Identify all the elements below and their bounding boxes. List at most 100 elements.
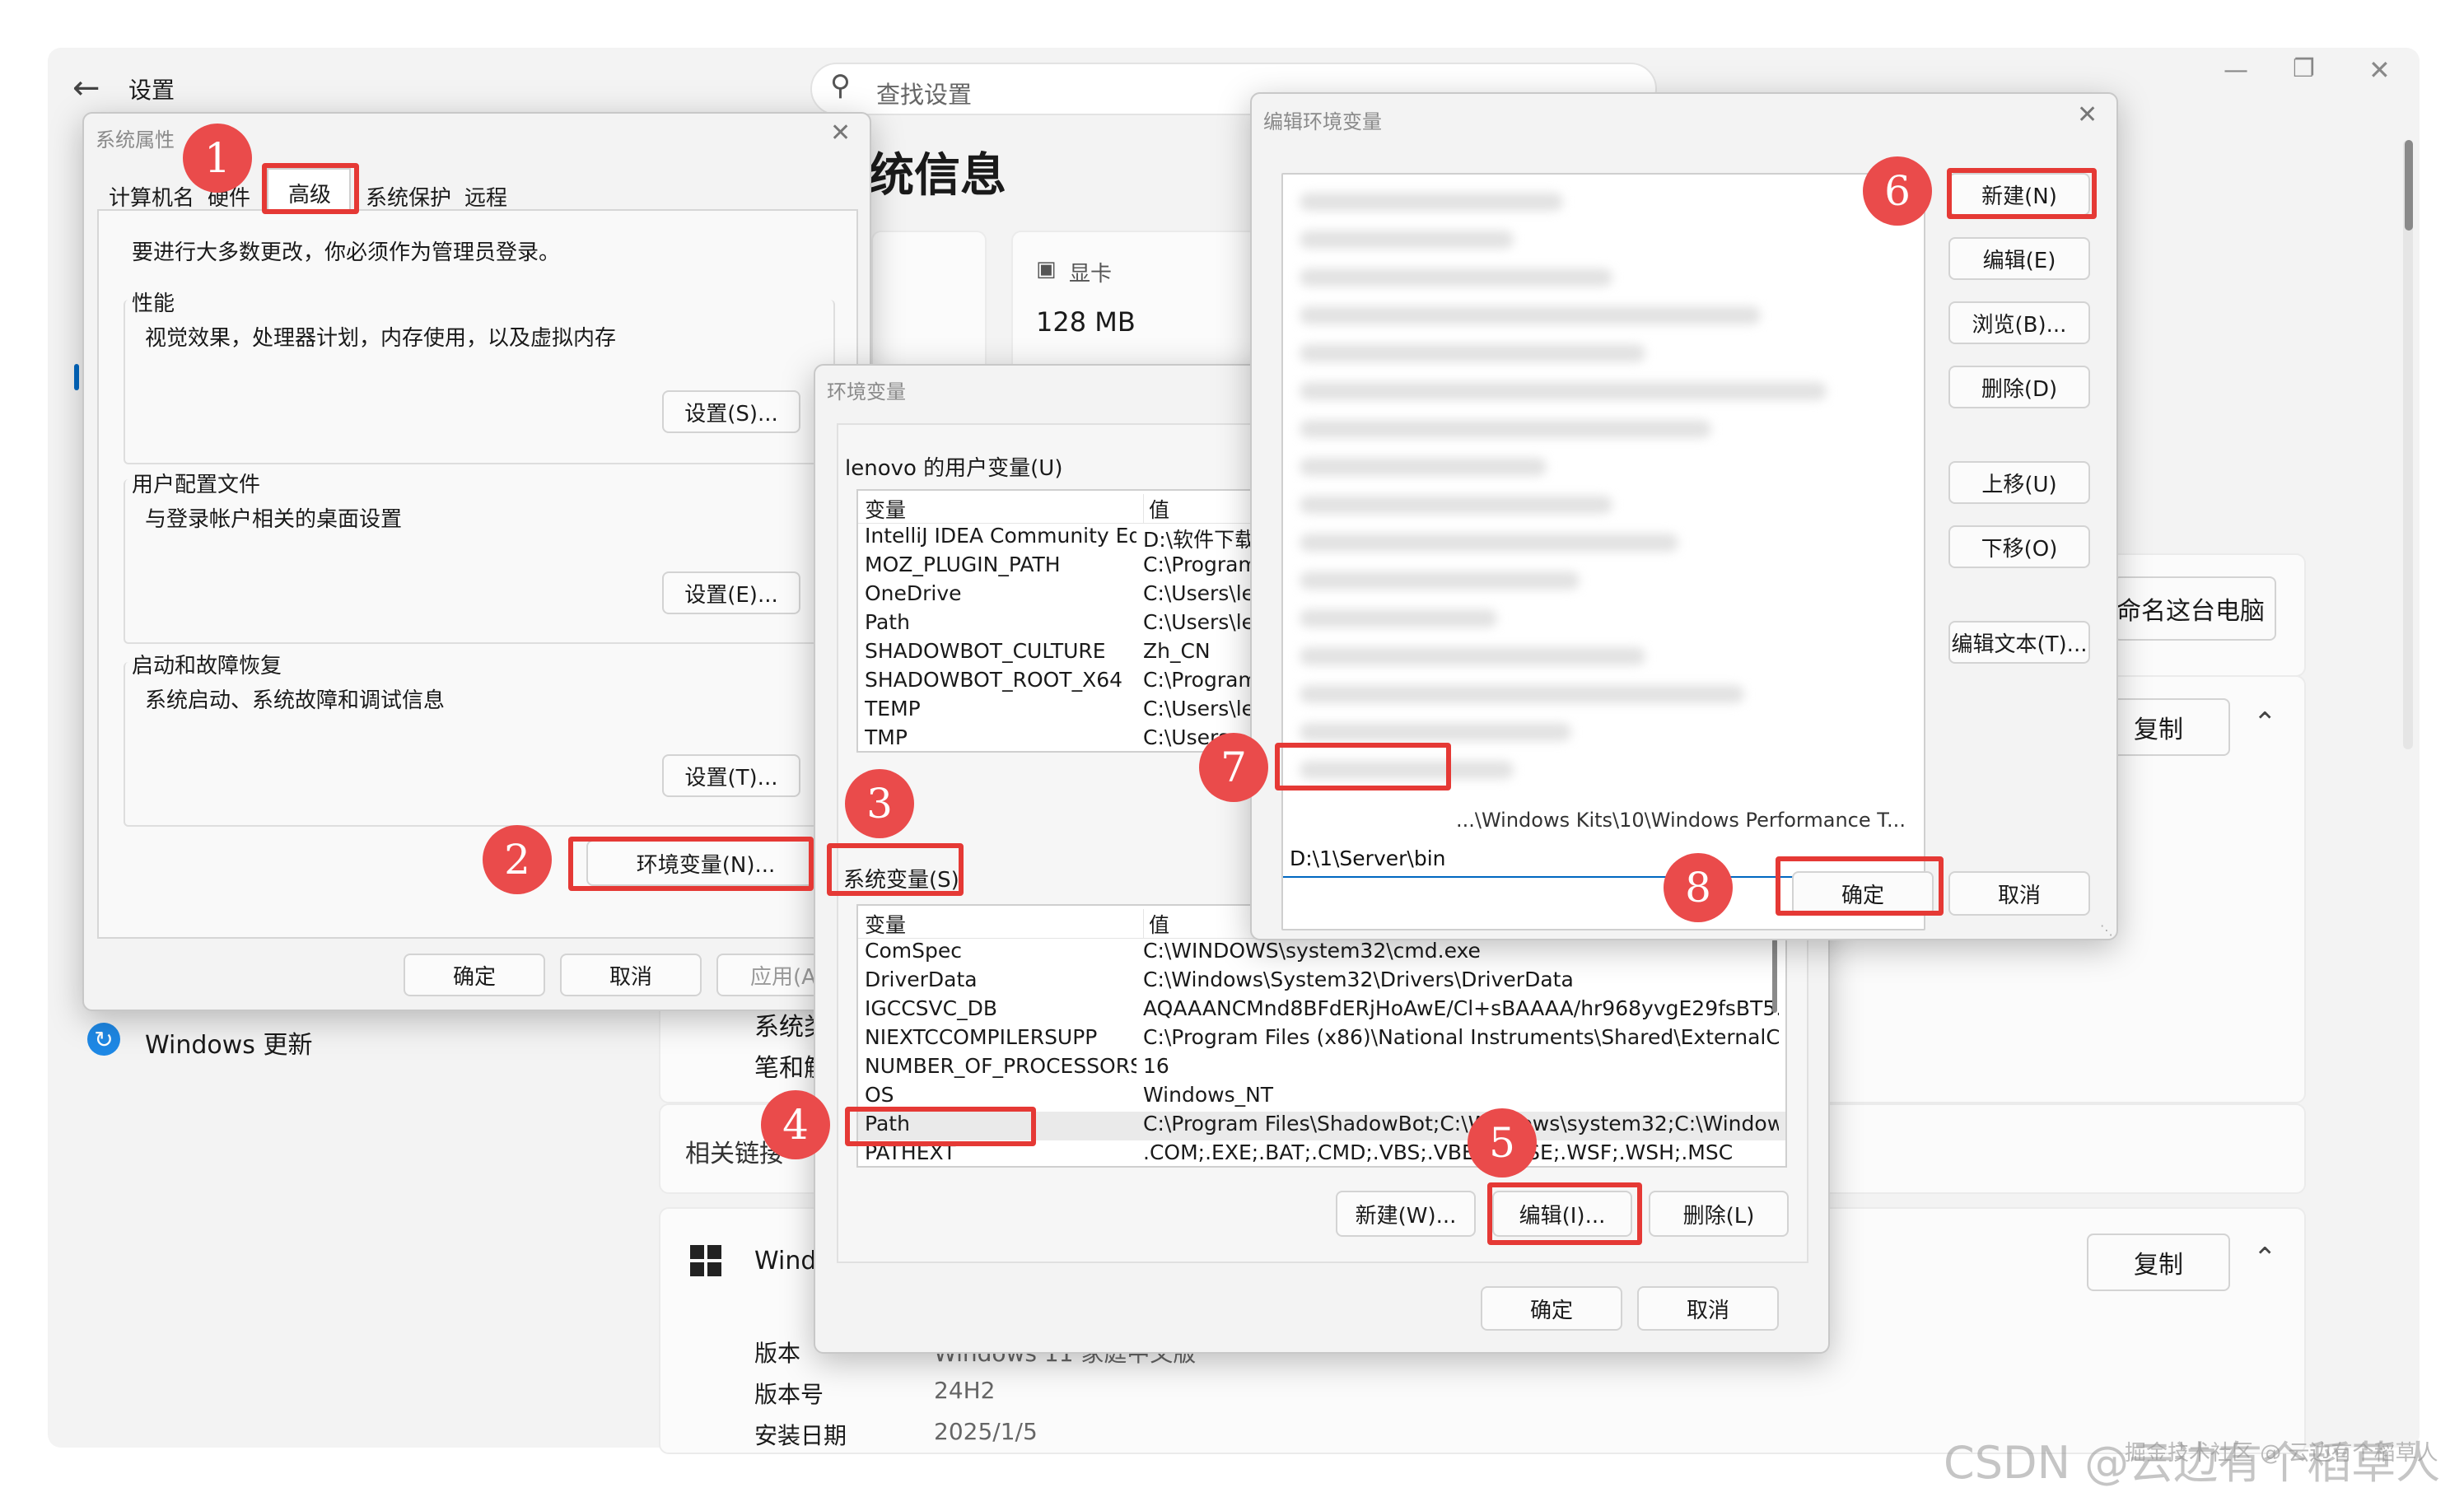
editenv-movedown-button[interactable]: 下移(O)	[1948, 525, 2090, 568]
sys-new-button[interactable]: 新建(W)...	[1336, 1191, 1476, 1237]
gpu-value: 128 MB	[1036, 306, 1136, 338]
editenv-cancel-button[interactable]: 取消	[1948, 871, 2090, 916]
tab-remote[interactable]: 远程	[464, 181, 507, 212]
sys-var-row[interactable]: NUMBER_OF_PROCESSORS 16	[858, 1054, 1785, 1083]
sys-var-name: OS	[865, 1083, 894, 1107]
envvars-ok-button[interactable]: 确定	[1481, 1286, 1622, 1331]
user-var-name: Path	[865, 610, 910, 634]
editenv-edit-text-button[interactable]: 编辑文本(T)...	[1948, 621, 2090, 664]
editenv-edit-text-label: 编辑文本(T)...	[1951, 632, 2088, 657]
editenv-close-icon[interactable]: ✕	[2077, 100, 2098, 129]
path-entries-list[interactable]: ...\Windows Kits\10\Windows Performance …	[1281, 173, 1925, 930]
sys-var-row[interactable]: IGCCSVC_DB AQAAANCMnd8BFdERjHoAwE/Cl+sBAA…	[858, 996, 1785, 1025]
blurred-entry	[1300, 344, 1645, 362]
step-circle-7: 7	[1199, 733, 1268, 802]
editenv-delete-label: 删除(D)	[1981, 376, 2058, 402]
chevron-up-icon[interactable]: ⌃	[2253, 707, 2277, 739]
resize-grip-icon[interactable]: ⋱	[2100, 922, 2113, 938]
profile-desc: 与登录帐户相关的桌面设置	[145, 507, 403, 532]
step-circle-4: 4	[761, 1090, 830, 1159]
blurred-entry	[1300, 420, 1711, 438]
user-col-var[interactable]: 变量	[865, 494, 1136, 524]
copy-button-2[interactable]: 复制	[2087, 1234, 2230, 1291]
envvars-title: 环境变量	[827, 380, 906, 403]
sys-var-value: C:\Windows\System32\Drivers\DriverData	[1143, 968, 1574, 991]
edit-environment-variable-dialog: 编辑环境变量 ✕ ...\Windows Kits\10\Windows Per…	[1250, 92, 2118, 940]
startup-settings-label: 设置(T)...	[684, 765, 778, 790]
sys-vars-scrollbar[interactable]	[1772, 939, 1777, 1013]
chevron-up-icon-2[interactable]: ⌃	[2253, 1242, 2277, 1275]
sys-var-value: 16	[1143, 1054, 1169, 1078]
minimize-icon[interactable]: —	[2224, 56, 2248, 85]
gpu-label: 显卡	[1069, 262, 1113, 287]
sysprops-cancel-button[interactable]: 取消	[560, 954, 702, 996]
perf-settings-label: 设置(S)...	[684, 401, 778, 427]
highlight-new-button	[1947, 168, 2097, 219]
path-entry-partial[interactable]: ...\Windows Kits\10\Windows Performance …	[1456, 809, 1906, 832]
sys-delete-button[interactable]: 删除(L)	[1649, 1191, 1789, 1237]
envvars-cancel-label: 取消	[1686, 1298, 1729, 1323]
sys-var-value: .COM;.EXE;.BAT;.CMD;.VBS;.VBE;.JS;.JSE;.…	[1143, 1140, 1734, 1164]
scrollbar-track[interactable]	[2403, 140, 2413, 749]
nav-indicator	[74, 364, 79, 390]
maximize-icon[interactable]: ❐	[2293, 54, 2315, 83]
spec-key-version: 版本号	[754, 1381, 824, 1408]
envvars-cancel-button[interactable]: 取消	[1637, 1286, 1779, 1331]
search-input[interactable]: 查找设置	[876, 76, 972, 110]
sysprops-title: 系统属性	[96, 128, 175, 152]
editenv-cancel-label: 取消	[1997, 883, 2041, 908]
sys-var-row[interactable]: NIEXTCCOMPILERSUPP C:\Program Files (x86)…	[858, 1025, 1785, 1054]
sysprops-close-icon[interactable]: ✕	[830, 119, 851, 147]
editenv-edit-button[interactable]: 编辑(E)	[1948, 237, 2090, 280]
perf-settings-button[interactable]: 设置(S)...	[662, 390, 800, 433]
editenv-edit-label: 编辑(E)	[1982, 248, 2056, 273]
sysprops-ok-label: 确定	[452, 964, 496, 990]
sys-var-value: C:\Program Files (x86)\National Instrume…	[1143, 1025, 1779, 1049]
sysprops-cancel-label: 取消	[609, 964, 652, 990]
windows-logo-icon	[690, 1245, 721, 1276]
editenv-movedown-label: 下移(O)	[1981, 536, 2058, 562]
sysprops-ok-button[interactable]: 确定	[404, 954, 545, 996]
tab-system-protection[interactable]: 系统保护	[366, 181, 451, 212]
copy-label-1: 复制	[2134, 716, 2183, 744]
highlight-sys-vars-label	[827, 843, 964, 896]
highlight-ok-button	[1776, 856, 1944, 916]
rename-pc-button[interactable]: 命名这台电脑	[2113, 576, 2276, 641]
step-circle-1: 1	[183, 124, 252, 193]
blurred-entry	[1300, 268, 1612, 287]
close-window-icon[interactable]: ✕	[2368, 54, 2391, 86]
editenv-delete-button[interactable]: 删除(D)	[1948, 366, 2090, 408]
sys-var-row[interactable]: ComSpec C:\WINDOWS\system32\cmd.exe	[858, 939, 1785, 968]
profile-settings-button[interactable]: 设置(E)...	[662, 571, 800, 614]
blurred-entry	[1300, 193, 1563, 211]
windows-update-icon: ↻	[87, 1023, 120, 1056]
tab-panel: 要进行大多数更改，你必须作为管理员登录。 性能 视觉效果，处理器计划，内存使用，…	[97, 209, 858, 939]
blurred-entry	[1300, 609, 1497, 627]
spec-key-install: 安装日期	[754, 1422, 847, 1449]
scrollbar-thumb[interactable]	[2405, 140, 2413, 231]
step-circle-5: 5	[1468, 1108, 1537, 1178]
sys-var-row[interactable]: DriverData C:\Windows\System32\Drivers\Dr…	[858, 968, 1785, 996]
user-var-name: MOZ_PLUGIN_PATH	[865, 553, 1061, 576]
tab-computer-name[interactable]: 计算机名	[109, 181, 194, 212]
sys-var-value: AQAAANCMnd8BFdERjHoAwE/Cl+sBAAAA/hr968yv…	[1143, 996, 1779, 1020]
spec-val-install: 2025/1/5	[934, 1418, 1038, 1445]
highlight-path-row	[845, 1107, 1036, 1146]
search-icon: ⚲	[830, 69, 851, 102]
startup-settings-button[interactable]: 设置(T)...	[662, 754, 800, 797]
highlight-advanced-tab	[262, 163, 359, 214]
blurred-entry	[1300, 306, 1761, 324]
user-var-name: SHADOWBOT_CULTURE	[865, 639, 1106, 663]
step-circle-8: 8	[1664, 853, 1733, 922]
settings-title: 设置	[128, 77, 175, 104]
back-icon[interactable]: ←	[72, 69, 100, 107]
sys-col-var[interactable]: 变量	[865, 909, 1136, 939]
editenv-moveup-button[interactable]: 上移(U)	[1948, 461, 2090, 504]
page-heading: 统信息	[868, 149, 1006, 203]
nav-windows-update[interactable]: Windows 更新	[145, 1024, 312, 1061]
user-var-name: SHADOWBOT_ROOT_X64	[865, 668, 1123, 692]
editenv-browse-button[interactable]: 浏览(B)...	[1948, 301, 2090, 344]
user-vars-group-label: lenovo 的用户变量(U)	[845, 456, 1063, 481]
sys-delete-label: 删除(L)	[1682, 1203, 1755, 1229]
user-var-name: IntelliJ IDEA Community Ed...	[865, 524, 1136, 548]
